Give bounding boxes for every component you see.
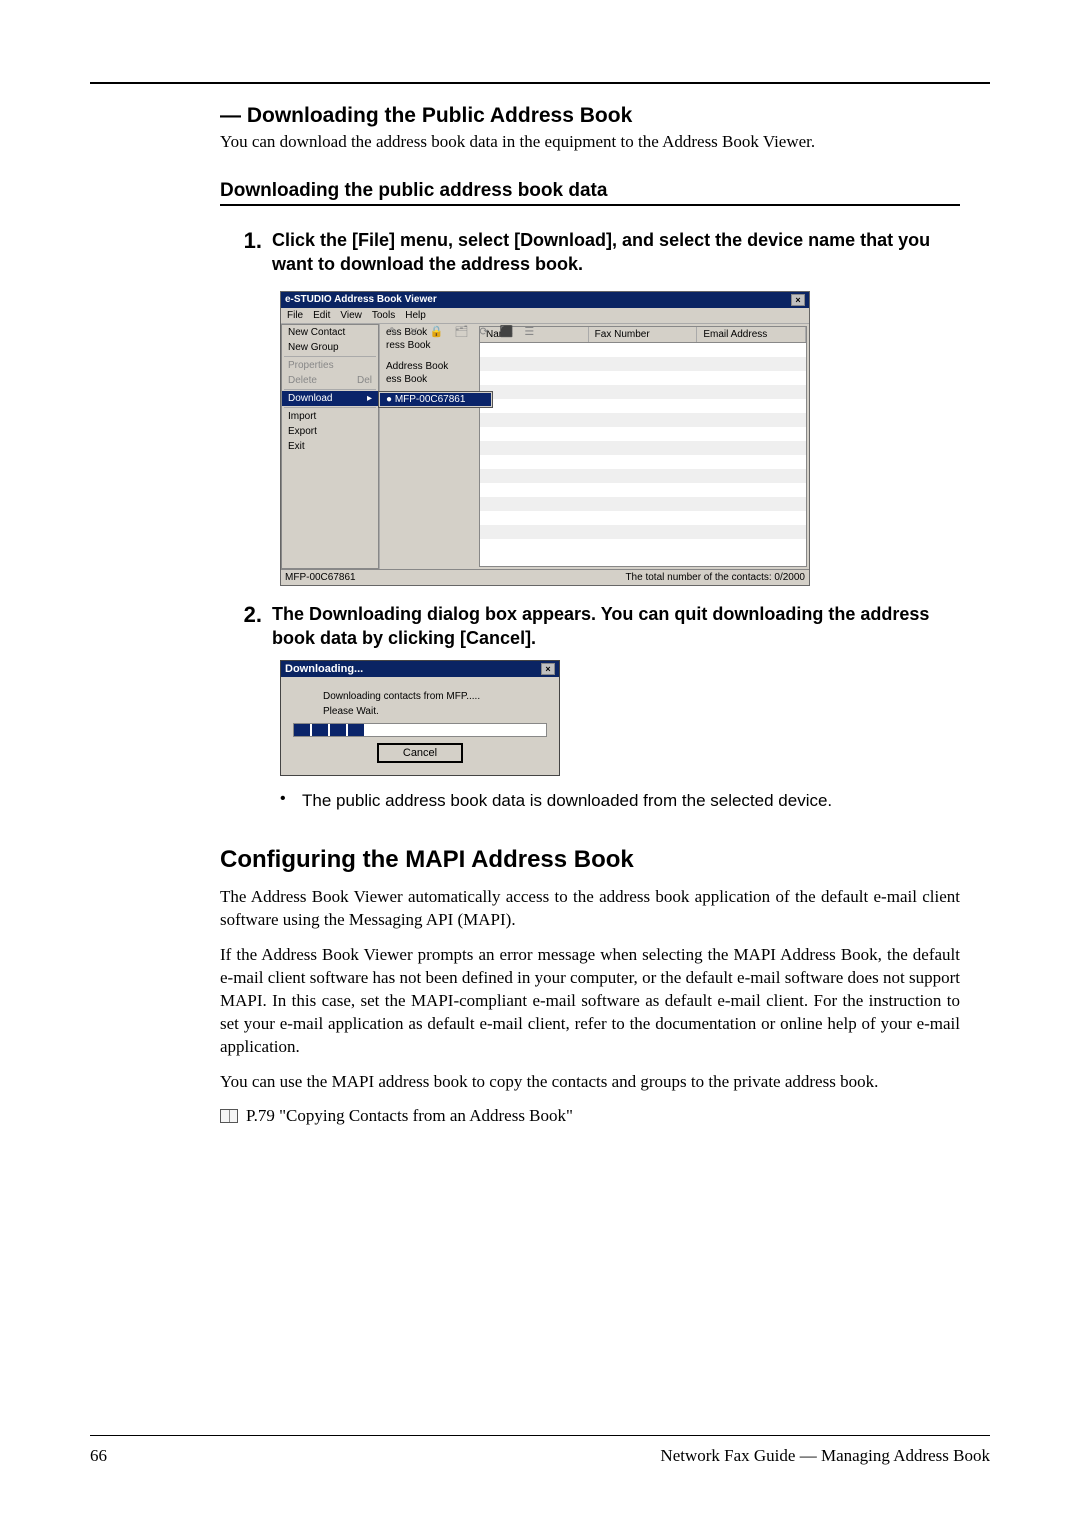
page-footer: 66 Network Fax Guide — Managing Address … <box>90 1435 990 1466</box>
menu-item-delete: Delete Del <box>282 373 378 388</box>
book-icon <box>220 1109 238 1123</box>
menu-separator <box>284 389 376 390</box>
app-menubar: File Edit View Tools Help <box>281 308 809 324</box>
chevron-right-icon: ▸ <box>367 393 372 404</box>
cross-reference-text: P.79 "Copying Contacts from an Address B… <box>246 1106 573 1126</box>
top-rule <box>90 82 990 84</box>
dialog-title: Downloading... <box>285 663 363 675</box>
bullet-item: • The public address book data is downlo… <box>280 790 960 812</box>
menu-edit[interactable]: Edit <box>313 310 330 321</box>
page-number: 66 <box>90 1446 107 1466</box>
status-device: MFP-00C67861 <box>285 572 356 583</box>
address-book-viewer-window: e-STUDIO Address Book Viewer × File Edit… <box>280 291 810 586</box>
menu-help[interactable]: Help <box>405 310 426 321</box>
close-icon[interactable]: × <box>791 294 805 306</box>
close-icon[interactable]: × <box>541 663 555 675</box>
step-2-text: The Downloading dialog box appears. You … <box>272 602 960 651</box>
col-fax[interactable]: Fax Number <box>589 327 698 342</box>
dialog-body: Downloading contacts from MFP..... Pleas… <box>281 677 559 775</box>
heading-download-public: — Downloading the Public Address Book <box>220 104 960 128</box>
menu-item-new-group[interactable]: New Group <box>282 340 378 355</box>
status-bar: MFP-00C67861 The total number of the con… <box>281 569 809 585</box>
contacts-list-pane: Name Fax Number Email Address <box>479 326 807 567</box>
footer-title: Network Fax Guide — Managing Address Boo… <box>660 1446 990 1466</box>
file-menu-dropdown: New Contact New Group Properties Delete … <box>281 324 379 569</box>
dialog-titlebar: Downloading... × <box>281 661 559 677</box>
col-email[interactable]: Email Address <box>697 327 806 342</box>
bullet-dot: • <box>280 790 302 812</box>
submenu-device[interactable]: ● MFP-00C67861 <box>380 393 491 406</box>
dialog-line1: Downloading contacts from MFP..... <box>323 691 547 702</box>
downloading-dialog: Downloading... × Downloading contacts fr… <box>280 660 560 776</box>
tree-item[interactable]: ress Book <box>382 339 477 352</box>
step-2-number: 2. <box>238 602 272 628</box>
step-1-text: Click the [File] menu, select [Download]… <box>272 228 960 277</box>
app-title: e-STUDIO Address Book Viewer <box>285 294 437 305</box>
list-rows <box>480 343 806 548</box>
menu-item-download-label: Download <box>288 393 332 404</box>
menu-item-properties: Properties <box>282 358 378 373</box>
heading-mapi: Configuring the MAPI Address Book <box>220 846 960 874</box>
mapi-paragraph-3: You can use the MAPI address book to cop… <box>220 1071 960 1094</box>
menu-item-exit[interactable]: Exit <box>282 439 378 454</box>
toolbar-icons[interactable]: ✎ ✕ 🔒 🗂 ⟳ ⬛ ☰ <box>389 325 538 338</box>
mapi-paragraph-2: If the Address Book Viewer prompts an er… <box>220 944 960 1059</box>
progress-segment <box>312 724 328 736</box>
step-1: 1. Click the [File] menu, select [Downlo… <box>238 228 960 277</box>
progress-segment <box>294 724 310 736</box>
menu-separator <box>284 356 376 357</box>
menu-item-download-wrapper: Download ▸ ● MFP-00C67861 <box>282 391 378 406</box>
mapi-paragraph-1: The Address Book Viewer automatically ac… <box>220 886 960 932</box>
app-titlebar: e-STUDIO Address Book Viewer × <box>281 292 809 308</box>
tree-item[interactable]: ess Book <box>382 373 477 386</box>
menu-view[interactable]: View <box>340 310 362 321</box>
tree-item[interactable]: Address Book <box>382 360 477 373</box>
main-content: — Downloading the Public Address Book Yo… <box>220 104 960 1126</box>
status-total: The total number of the contacts: 0/2000 <box>625 572 805 583</box>
menu-separator <box>284 407 376 408</box>
menu-tools[interactable]: Tools <box>372 310 395 321</box>
bullet-text: The public address book data is download… <box>302 790 832 812</box>
download-submenu: ● MFP-00C67861 <box>378 391 493 408</box>
cross-reference: P.79 "Copying Contacts from an Address B… <box>220 1106 960 1126</box>
menu-item-delete-key: Del <box>357 375 372 386</box>
intro-text: You can download the address book data i… <box>220 132 960 152</box>
app-body: New Contact New Group Properties Delete … <box>281 324 809 569</box>
tree-pane: ess Book ress Book Address Book ess Book <box>379 324 479 569</box>
step-1-number: 1. <box>238 228 272 254</box>
menu-item-delete-label: Delete <box>288 375 317 386</box>
cancel-button[interactable]: Cancel <box>377 743 463 763</box>
progress-segment <box>330 724 346 736</box>
progress-bar <box>293 723 547 737</box>
menu-file[interactable]: File <box>287 310 303 321</box>
menu-item-export[interactable]: Export <box>282 424 378 439</box>
subheading-download-data: Downloading the public address book data <box>220 180 960 206</box>
menu-item-import[interactable]: Import <box>282 409 378 424</box>
menu-item-download[interactable]: Download ▸ <box>282 391 378 406</box>
progress-segment <box>348 724 364 736</box>
menu-item-new-contact[interactable]: New Contact <box>282 325 378 340</box>
step-2: 2. The Downloading dialog box appears. Y… <box>238 602 960 651</box>
dialog-line2: Please Wait. <box>323 706 547 717</box>
